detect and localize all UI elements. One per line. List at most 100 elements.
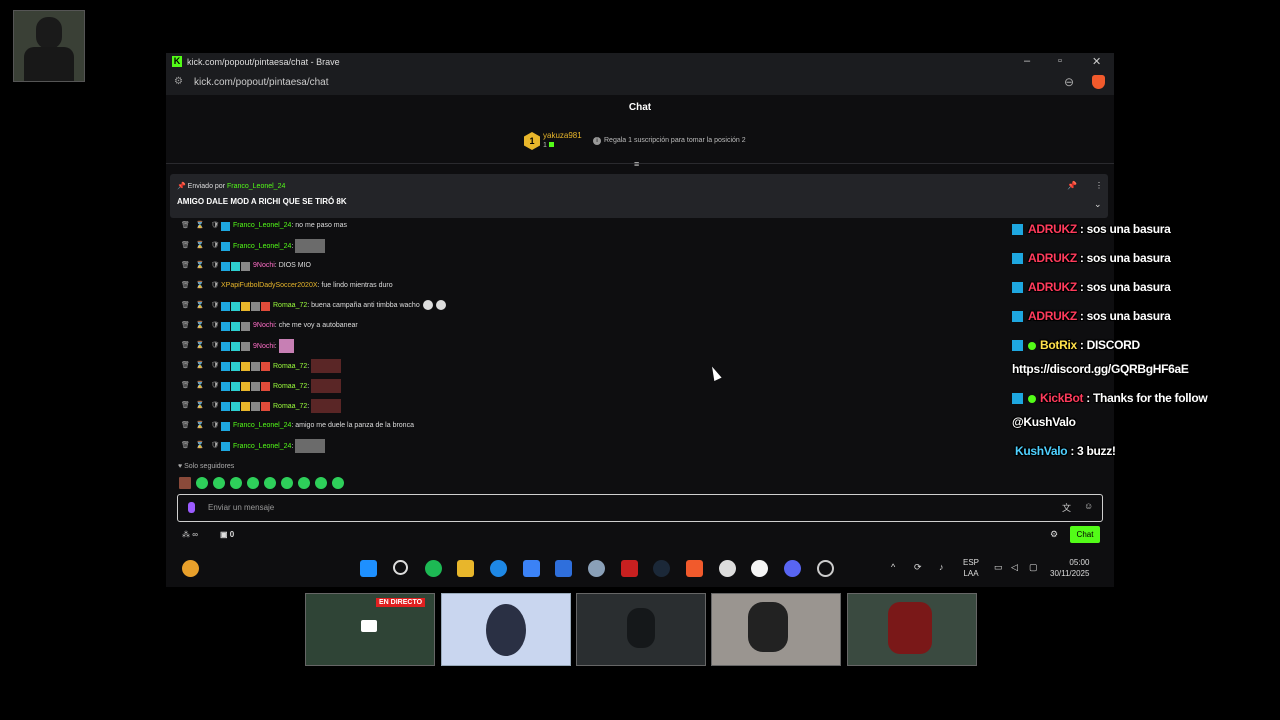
pin-icon[interactable]: 📌 xyxy=(1067,181,1077,190)
screen-share-tile[interactable]: EN DIRECTO xyxy=(305,593,435,666)
chat-username[interactable]: 9Nochi xyxy=(253,343,275,350)
moderation-icons[interactable]: 🗑⌛🛡 xyxy=(181,299,226,313)
steam-icon[interactable] xyxy=(653,560,670,577)
chevron-down-icon[interactable]: ⌄ xyxy=(1094,199,1102,210)
file-explorer-icon[interactable] xyxy=(457,560,474,577)
moderation-icons[interactable]: 🗑⌛🛡 xyxy=(181,439,226,453)
info-icon[interactable]: i xyxy=(593,137,601,145)
zoom-icon[interactable]: ⊖ xyxy=(1064,75,1074,89)
settings-app-icon[interactable] xyxy=(588,560,605,577)
emote[interactable] xyxy=(213,477,225,489)
volume-icon[interactable]: ◁ xyxy=(1011,562,1018,573)
chat-username[interactable]: Romaa_72 xyxy=(273,363,307,370)
chat-username[interactable]: 9Nochi xyxy=(253,262,275,269)
viewers-indicator[interactable]: ⁂ ∞ xyxy=(182,530,198,539)
chat-footer: ⁂ ∞ ▣ 0 ⚙ Chat xyxy=(166,525,1114,547)
participant-tile[interactable] xyxy=(576,593,706,666)
chat-message[interactable]: 🗑⌛🛡 XPapiFutbolDadySoccer2020X: fue lindo… xyxy=(178,279,1108,297)
settings-icon[interactable]: ⚙ xyxy=(1050,529,1058,540)
spotify-icon[interactable] xyxy=(425,560,442,577)
address-bar[interactable]: ⚙ kick.com/popout/pintaesa/chat ⊖ xyxy=(166,71,1114,95)
site-info-icon[interactable]: ⚙ xyxy=(174,76,183,87)
chevron-up-icon[interactable]: ^ xyxy=(891,562,895,572)
moderation-icons[interactable]: 🗑⌛🛡 xyxy=(181,319,226,333)
language-indicator[interactable]: ESP LAA xyxy=(963,557,979,579)
chat-message[interactable]: 🗑⌛🛡 9Nochi: che me voy a autobanear xyxy=(178,319,1108,337)
weather-icon[interactable] xyxy=(182,560,199,577)
chat-username[interactable]: Franco_Leonel_24 xyxy=(233,222,291,229)
chat-username[interactable]: Franco_Leonel_24 xyxy=(233,243,291,250)
chat-message[interactable]: 🗑⌛🛡 Franco_Leonel_24: xyxy=(178,239,1108,257)
url-text[interactable]: kick.com/popout/pintaesa/chat xyxy=(194,77,329,88)
chat-username[interactable]: Romaa_72 xyxy=(273,403,307,410)
notification-icon[interactable]: ▢ xyxy=(1029,562,1038,573)
microphone-icon[interactable] xyxy=(188,502,195,513)
chat-message[interactable]: 🗑⌛🛡 Franco_Leonel_24: xyxy=(178,439,1108,457)
moderation-icons[interactable]: 🗑⌛🛡 xyxy=(181,339,226,353)
moderation-icons[interactable]: 🗑⌛🛡 xyxy=(181,239,226,253)
mic-tray-icon[interactable]: ♪ xyxy=(939,562,944,572)
moderation-icons[interactable]: 🗑⌛🛡 xyxy=(181,379,226,393)
message-input[interactable]: Enviar un mensaje 文 ☺ xyxy=(177,494,1103,522)
translate-icon[interactable]: 文 xyxy=(1062,501,1071,514)
emote[interactable] xyxy=(196,477,208,489)
chat-message[interactable]: 🗑⌛🛡 Romaa_72: xyxy=(178,379,1108,397)
maximize-button[interactable]: ▫ xyxy=(1058,55,1062,67)
obs-icon[interactable] xyxy=(817,560,834,577)
chat-username[interactable]: XPapiFutbolDadySoccer2020X xyxy=(221,282,318,289)
moderation-icons[interactable]: 🗑⌛🛡 xyxy=(181,359,226,373)
more-options-icon[interactable]: ⋮ xyxy=(1095,181,1103,190)
participant-tile[interactable] xyxy=(711,593,841,666)
emote[interactable] xyxy=(230,477,242,489)
search-icon[interactable] xyxy=(393,560,408,575)
brave-icon[interactable] xyxy=(686,560,703,577)
chat-message[interactable]: 🗑⌛🛡 9Nochi: DIOS MIO xyxy=(178,259,1108,277)
kick-logo-icon: K xyxy=(172,56,182,67)
emote[interactable] xyxy=(247,477,259,489)
close-button[interactable]: ✕ xyxy=(1092,55,1101,68)
mail-icon[interactable] xyxy=(555,560,572,577)
gift-counter[interactable]: ▣ 0 xyxy=(220,530,234,539)
start-icon[interactable] xyxy=(360,560,377,577)
chat-message[interactable]: 🗑⌛🛡 Romaa_72: xyxy=(178,359,1108,377)
store-icon[interactable] xyxy=(523,560,540,577)
message-placeholder[interactable]: Enviar un mensaje xyxy=(208,503,274,512)
clock[interactable]: 05:00 30/11/2025 xyxy=(1050,557,1089,579)
chat-username[interactable]: Franco_Leonel_24 xyxy=(233,443,291,450)
edge-icon[interactable] xyxy=(490,560,507,577)
brave-shields-icon[interactable] xyxy=(1092,75,1105,89)
moderation-icons[interactable]: 🗑⌛🛡 xyxy=(181,419,226,433)
voicemeeter-icon[interactable] xyxy=(621,560,638,577)
panda-icon[interactable] xyxy=(751,560,768,577)
app-icon[interactable] xyxy=(719,560,736,577)
moderation-icons[interactable]: 🗑⌛🛡 xyxy=(181,399,226,413)
emote[interactable] xyxy=(179,477,191,489)
sync-icon[interactable]: ⟳ xyxy=(914,562,922,573)
chat-message[interactable]: 🗑⌛🛡 Romaa_72: xyxy=(178,399,1108,417)
emote[interactable] xyxy=(298,477,310,489)
chat-username[interactable]: Romaa_72 xyxy=(273,302,307,309)
emote[interactable] xyxy=(332,477,344,489)
chat-send-button[interactable]: Chat xyxy=(1070,526,1100,543)
chat-username[interactable]: Franco_Leonel_24 xyxy=(233,422,291,429)
participant-tile[interactable] xyxy=(441,593,571,666)
minimize-button[interactable]: – xyxy=(1024,55,1030,67)
emote[interactable] xyxy=(315,477,327,489)
chat-message[interactable]: 🗑⌛🛡 Romaa_72: buena campaña anti timbba w… xyxy=(178,299,1108,317)
moderation-icons[interactable]: 🗑⌛🛡 xyxy=(181,259,226,273)
display-icon[interactable]: ▭ xyxy=(994,562,1003,573)
leader-name[interactable]: yakuza981 xyxy=(543,131,582,140)
chat-message[interactable]: 🗑⌛🛡 9Nochi: xyxy=(178,339,1108,357)
participant-tile[interactable] xyxy=(847,593,977,666)
chat-username[interactable]: Romaa_72 xyxy=(273,383,307,390)
chat-username[interactable]: 9Nochi xyxy=(253,322,275,329)
emoji-icon[interactable]: ☺ xyxy=(1084,501,1093,511)
moderation-icons[interactable]: 🗑⌛🛡 xyxy=(181,279,226,293)
chat-message[interactable]: 🗑⌛🛡 Franco_Leonel_24: no me paso mas xyxy=(178,219,1108,237)
discord-icon[interactable] xyxy=(784,560,801,577)
emote[interactable] xyxy=(281,477,293,489)
collapse-icon[interactable]: ≡ xyxy=(634,159,639,169)
emote[interactable] xyxy=(264,477,276,489)
moderation-icons[interactable]: 🗑⌛🛡 xyxy=(181,219,226,233)
chat-message[interactable]: 🗑⌛🛡 Franco_Leonel_24: amigo me duele la p… xyxy=(178,419,1108,437)
